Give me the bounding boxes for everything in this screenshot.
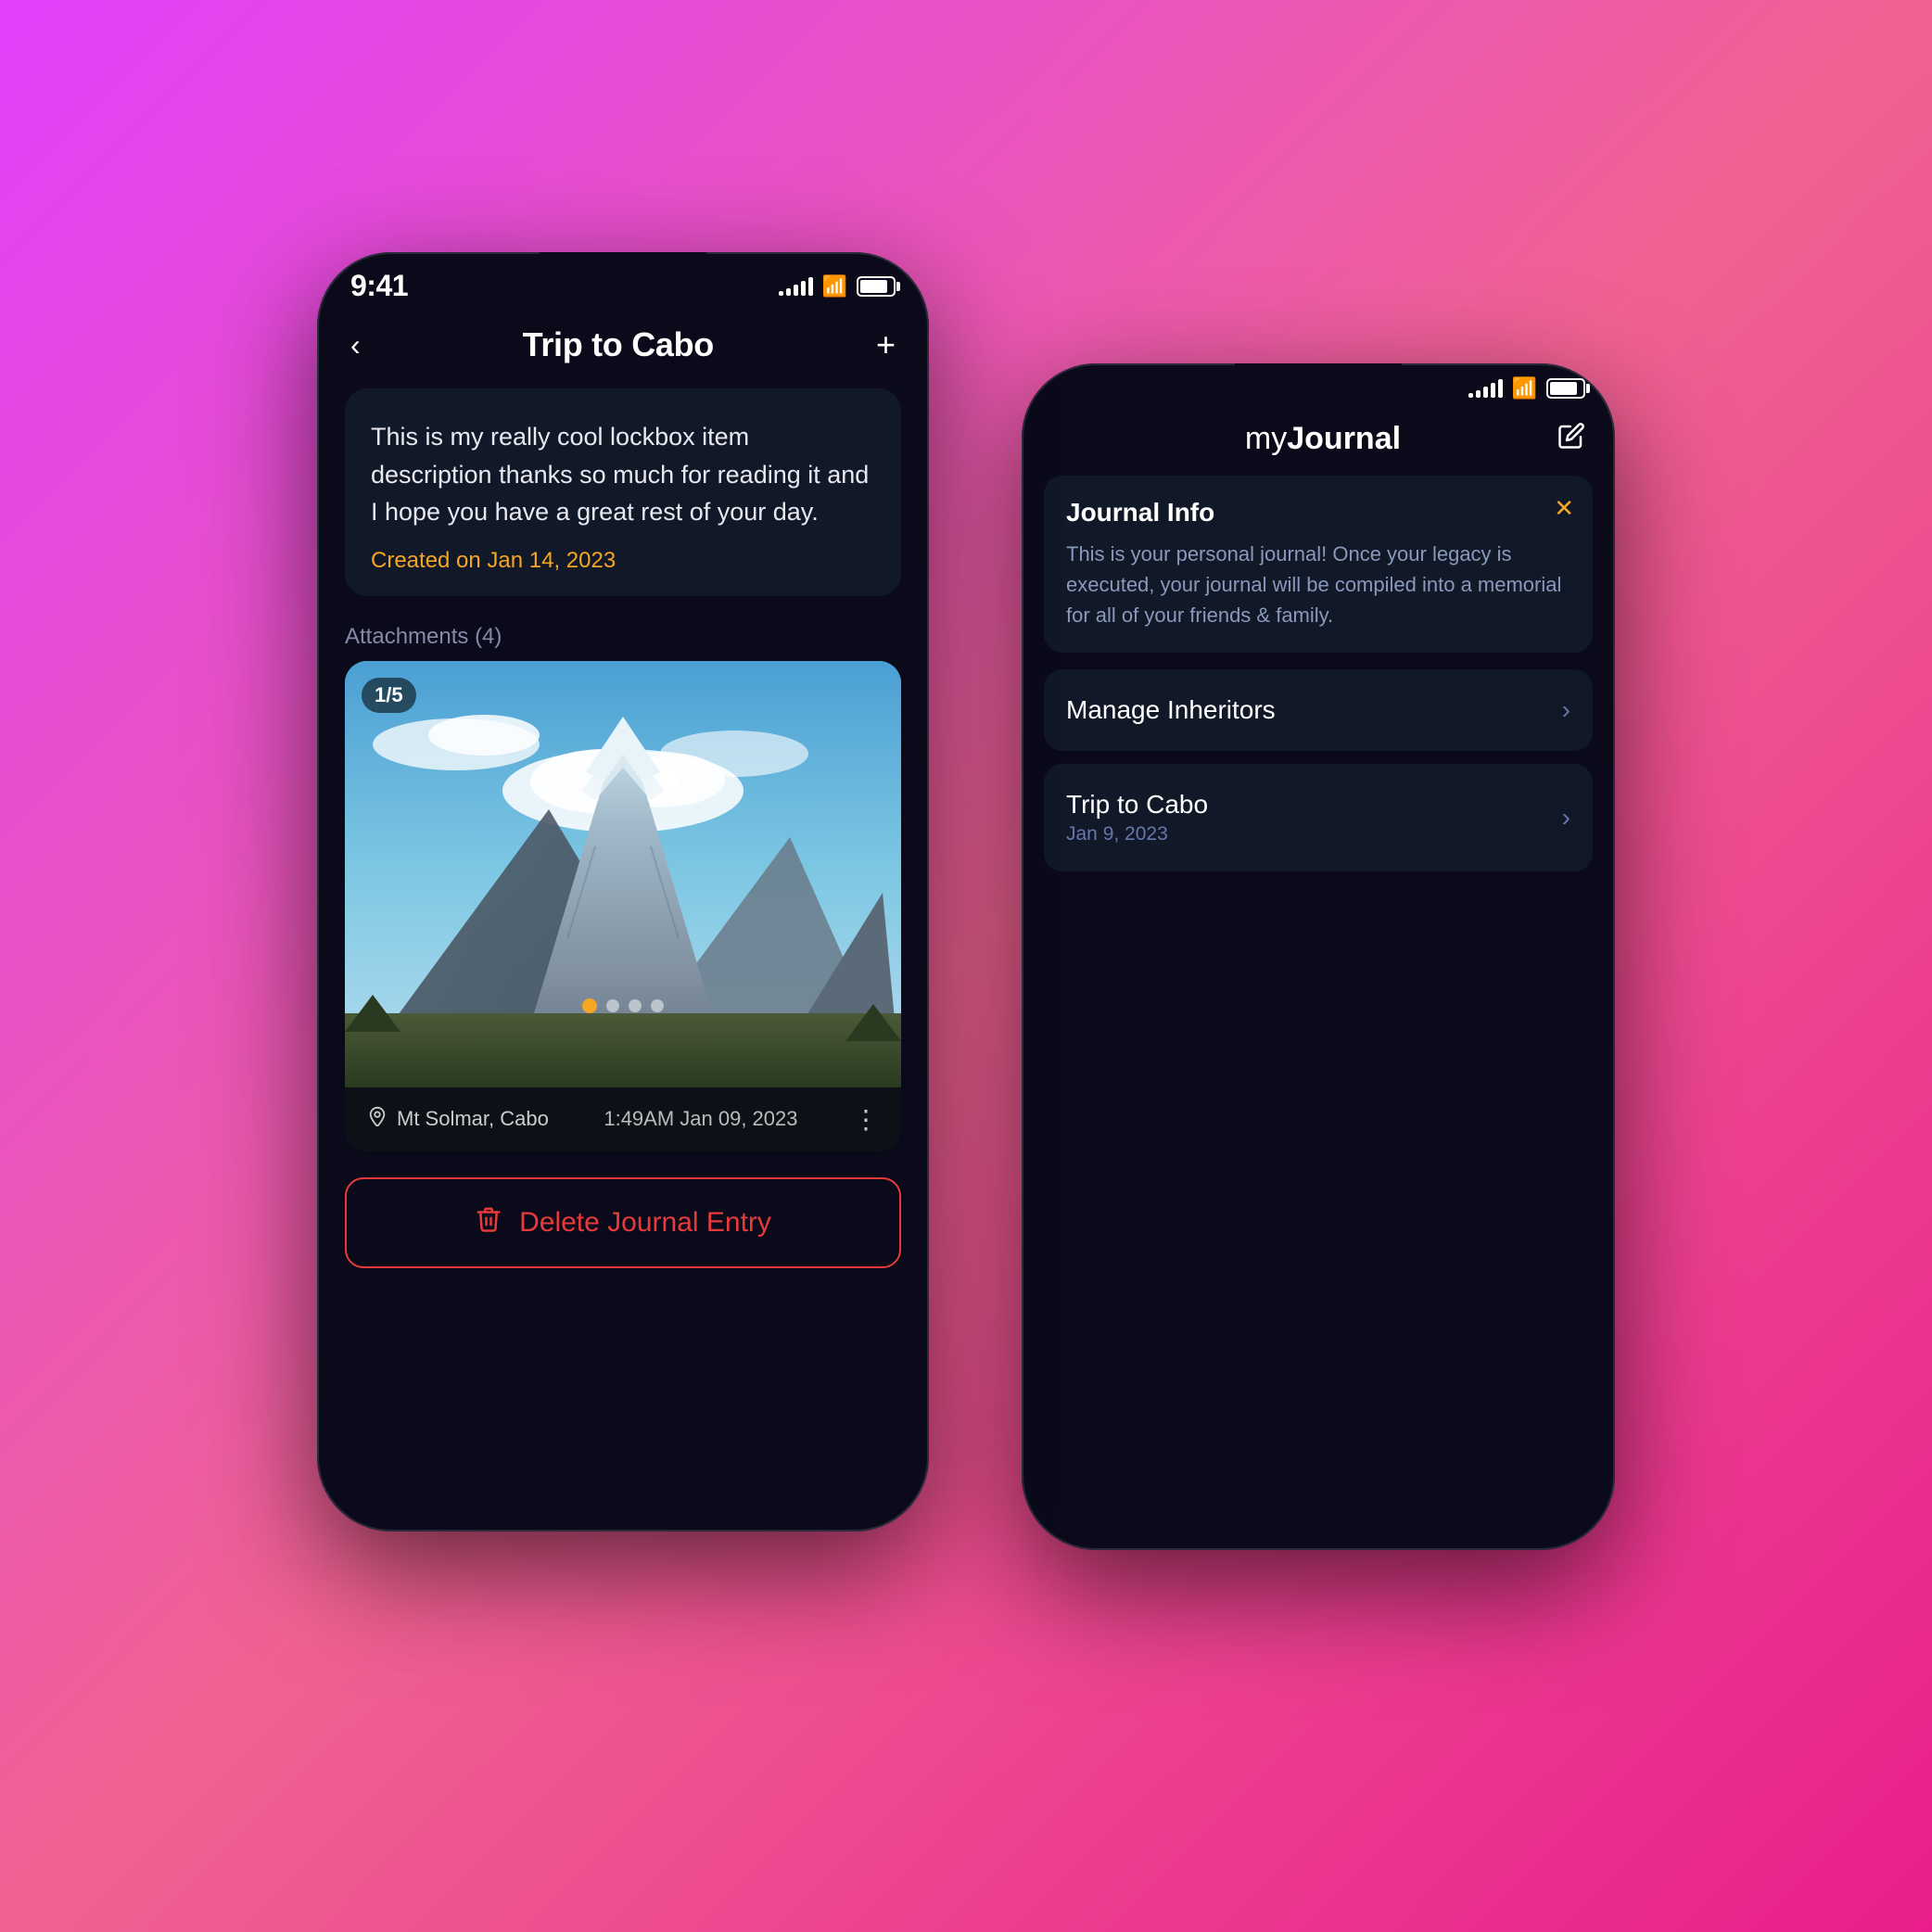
manage-inheritors-title: Manage Inheritors bbox=[1066, 695, 1276, 725]
status-icons-back: 📶 bbox=[1468, 376, 1585, 400]
journal-title-journal: Journal bbox=[1287, 421, 1401, 456]
add-button[interactable]: + bbox=[876, 325, 896, 364]
created-date: Created on Jan 14, 2023 bbox=[371, 548, 875, 574]
phones-container: 📶 myJournal Journal Info ✕ Thi bbox=[317, 178, 1615, 1754]
trip-to-cabo-subtitle: Jan 9, 2023 bbox=[1066, 823, 1208, 845]
journal-info-close-button[interactable]: ✕ bbox=[1554, 494, 1574, 523]
image-timestamp: 1:49AM Jan 09, 2023 bbox=[604, 1107, 797, 1131]
battery-icon-front bbox=[857, 276, 896, 297]
journal-info-card: Journal Info ✕ This is your personal jou… bbox=[1044, 476, 1593, 653]
mountain-svg bbox=[345, 661, 901, 1087]
manage-inheritors-chevron: › bbox=[1562, 695, 1570, 725]
location-name: Mt Solmar, Cabo bbox=[397, 1107, 549, 1131]
more-options-button[interactable]: ⋮ bbox=[853, 1104, 879, 1135]
phone-front: 9:41 📶 ‹ Trip to Cabo + bbox=[317, 252, 929, 1532]
journal-info-title: Journal Info bbox=[1066, 498, 1570, 527]
signal-icon-back bbox=[1468, 379, 1503, 398]
trip-to-cabo-item[interactable]: Trip to Cabo Jan 9, 2023 › bbox=[1044, 764, 1593, 871]
attachments-label: Attachments (4) bbox=[317, 605, 929, 661]
battery-icon-back bbox=[1546, 378, 1585, 399]
dot-1 bbox=[582, 998, 597, 1013]
edit-icon[interactable] bbox=[1557, 422, 1585, 457]
location-pin-icon bbox=[367, 1106, 388, 1133]
location-info: Mt Solmar, Cabo bbox=[367, 1106, 549, 1133]
journal-title-my: my bbox=[1245, 421, 1287, 456]
delete-journal-entry-button[interactable]: Delete Journal Entry bbox=[345, 1177, 901, 1268]
status-time: 9:41 bbox=[350, 269, 408, 303]
wifi-icon-back: 📶 bbox=[1512, 376, 1537, 400]
trip-to-cabo-title: Trip to Cabo bbox=[1066, 790, 1208, 820]
phone-back: 📶 myJournal Journal Info ✕ Thi bbox=[1022, 363, 1615, 1550]
nav-bar-front: ‹ Trip to Cabo + bbox=[317, 311, 929, 379]
delete-icon bbox=[475, 1205, 502, 1240]
journal-title: myJournal bbox=[1245, 421, 1401, 457]
trip-to-cabo-chevron: › bbox=[1562, 803, 1570, 833]
journal-nav: myJournal bbox=[1022, 406, 1615, 476]
journal-info-text: This is your personal journal! Once your… bbox=[1066, 539, 1570, 630]
description-card: This is my really cool lockbox item desc… bbox=[345, 388, 901, 596]
image-counter: 1/5 bbox=[362, 678, 416, 713]
image-dots bbox=[582, 998, 664, 1013]
image-card: 1/5 Mt So bbox=[345, 661, 901, 1151]
mountain-image: 1/5 bbox=[345, 661, 901, 1087]
manage-inheritors-item[interactable]: Manage Inheritors › bbox=[1044, 669, 1593, 751]
notch-back bbox=[1235, 363, 1402, 397]
back-button[interactable]: ‹ bbox=[350, 328, 361, 362]
delete-label: Delete Journal Entry bbox=[519, 1207, 771, 1239]
status-icons-front: 📶 bbox=[779, 274, 896, 299]
image-footer: Mt Solmar, Cabo 1:49AM Jan 09, 2023 ⋮ bbox=[345, 1087, 901, 1151]
wifi-icon-front: 📶 bbox=[822, 274, 847, 299]
notch-front bbox=[540, 252, 706, 286]
dot-4 bbox=[651, 999, 664, 1012]
dot-2 bbox=[606, 999, 619, 1012]
signal-icon-front bbox=[779, 277, 813, 296]
description-text: This is my really cool lockbox item desc… bbox=[371, 418, 875, 531]
dot-3 bbox=[629, 999, 642, 1012]
page-title: Trip to Cabo bbox=[523, 325, 714, 364]
